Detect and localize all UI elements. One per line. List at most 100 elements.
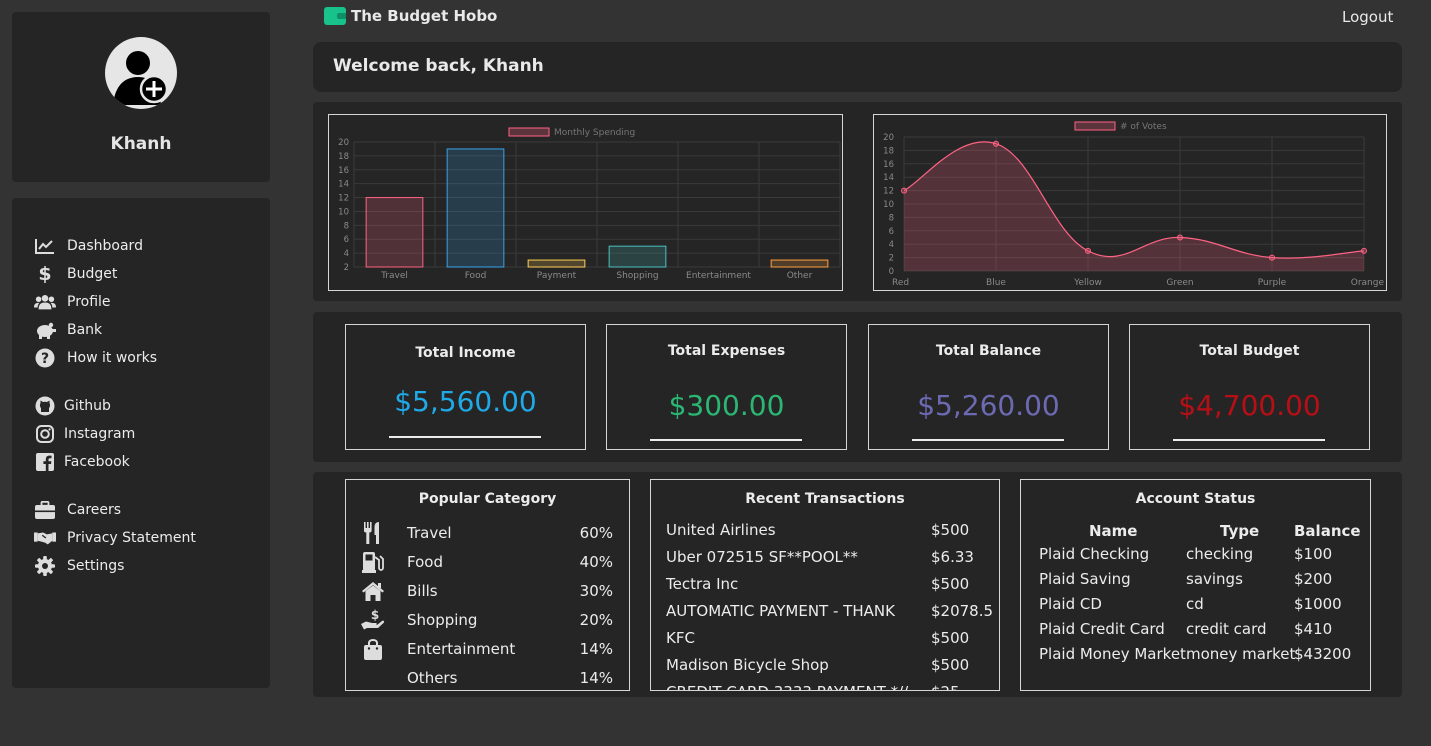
transaction-desc: Madison Bicycle Shop	[666, 656, 829, 674]
y-tick-label: 4	[344, 249, 349, 259]
account-row: Plaid Money Market money market $43200	[1039, 645, 1359, 665]
transaction-desc: CREDIT CARD 3333 PAYMENT *//	[666, 683, 908, 690]
account-name: Plaid CD	[1039, 595, 1102, 613]
profile-card: Khanh	[12, 12, 270, 182]
account-name: Plaid Checking	[1039, 545, 1150, 563]
data-point	[1177, 234, 1183, 241]
y-tick-label: 10	[338, 207, 349, 217]
column-header-name: Name	[1089, 522, 1138, 540]
category-row: Bills 30%	[361, 581, 613, 601]
data-point	[1085, 247, 1091, 254]
github-icon	[34, 396, 56, 416]
x-tick-label: Entertainment	[686, 271, 751, 281]
profile-name: Khanh	[110, 134, 172, 154]
transaction-amount: $25	[931, 683, 960, 690]
stat-value: $5,560.00	[394, 385, 537, 418]
y-tick-label: 8	[344, 221, 349, 231]
y-tick-label: 6	[344, 235, 349, 245]
sidebar-item-label: Careers	[67, 502, 122, 518]
account-name: Plaid Money Market	[1039, 645, 1186, 663]
sidebar-item-label: Settings	[67, 558, 125, 574]
sidebar-item-instagram[interactable]: Instagram	[34, 424, 135, 444]
y-tick-label: 2	[889, 254, 894, 264]
category-row: Others 14%	[361, 668, 613, 688]
y-tick-label: 16	[338, 166, 349, 176]
brand-name: The Budget Hobo	[351, 7, 498, 25]
home-icon	[361, 581, 385, 601]
instagram-icon	[34, 424, 56, 444]
account-status-card: Account Status Name Type Balance Plaid C…	[1020, 479, 1371, 691]
monthly-spending-chart: Monthly Spending 2 4 6 8 10 12 14 16 18 20 Travel Fo…	[328, 114, 843, 291]
transaction-row: AUTOMATIC PAYMENT - THANK $2078.5	[666, 602, 993, 622]
sidebar-item-settings[interactable]: Settings	[34, 556, 124, 576]
account-type: checking	[1186, 545, 1254, 563]
users-icon	[34, 292, 56, 312]
stat-value: $300.00	[668, 389, 785, 422]
account-row: Plaid Credit Card credit card $410	[1039, 620, 1359, 640]
card-title: Recent Transactions	[745, 491, 905, 507]
handshake-icon	[34, 528, 56, 548]
legend-label: # of Votes	[1120, 122, 1167, 132]
x-tick-label: Blue	[986, 278, 1006, 288]
x-tick-label: Other	[787, 271, 813, 281]
wallet-icon	[324, 7, 346, 25]
sidebar-item-bank[interactable]: Bank	[34, 320, 102, 340]
x-tick-label: Red	[892, 278, 909, 288]
column-header-balance: Balance	[1294, 522, 1361, 540]
sidebar-item-budget[interactable]: $ Budget	[34, 263, 117, 285]
brand-logo[interactable]: The Budget Hobo	[324, 7, 497, 25]
y-tick-label: 6	[889, 227, 894, 237]
recent-transactions-card: Recent Transactions United Airlines $500…	[650, 479, 1000, 691]
logout-link[interactable]: Logout	[1342, 8, 1393, 26]
details-panel: Popular Category Travel 60% Food 40% Bil…	[313, 472, 1402, 697]
y-tick-label: 18	[338, 152, 349, 162]
y-tick-label: 16	[883, 160, 894, 170]
account-balance: $43200	[1294, 645, 1352, 663]
y-tick-label: 18	[883, 146, 894, 156]
category-percent: 14%	[579, 669, 613, 687]
account-type: savings	[1186, 570, 1243, 588]
card-title: Account Status	[1135, 491, 1256, 507]
sidebar-item-label: Profile	[67, 294, 111, 310]
bar	[527, 259, 586, 268]
account-balance: $1000	[1294, 595, 1342, 613]
sidebar-item-privacy[interactable]: Privacy Statement	[34, 528, 196, 548]
sidebar-item-how-it-works[interactable]: ? How it works	[34, 348, 157, 368]
sidebar-item-dashboard[interactable]: Dashboard	[34, 236, 143, 256]
popular-category-card: Popular Category Travel 60% Food 40% Bil…	[345, 479, 630, 691]
bar	[608, 245, 667, 268]
y-tick-label: 12	[883, 187, 894, 197]
avatar[interactable]	[105, 37, 177, 109]
y-tick-label: 10	[883, 200, 894, 210]
y-tick-label: 4	[889, 240, 894, 250]
gas-pump-icon	[361, 552, 385, 573]
stat-total-budget: Total Budget $4,700.00	[1129, 324, 1370, 450]
transaction-amount: $500	[931, 629, 970, 647]
transaction-desc: Tectra Inc	[666, 575, 739, 593]
sidebar-item-label: Privacy Statement	[67, 530, 196, 546]
briefcase-icon	[34, 500, 56, 520]
sidebar-item-careers[interactable]: Careers	[34, 500, 121, 520]
category-name: Travel	[407, 524, 452, 542]
welcome-banner: Welcome back, Khanh	[313, 42, 1402, 92]
category-name: Entertainment	[407, 640, 516, 658]
transaction-amount: $6.33	[931, 548, 974, 566]
area-chart-svg: # of Votes 0 2 4 6 8 10 12 14 16 18 20 Red Blue Yellow…	[883, 121, 1384, 288]
svg-text:$: $	[371, 609, 379, 622]
category-name: Shopping	[407, 611, 478, 629]
category-percent: 20%	[579, 611, 613, 629]
x-tick-label: Green	[1166, 278, 1193, 288]
x-tick-label: Travel	[380, 271, 408, 281]
stat-value: $5,260.00	[917, 389, 1060, 422]
transaction-row: Tectra Inc $500	[666, 575, 991, 595]
sidebar-item-github[interactable]: Github	[34, 396, 111, 416]
account-row: Plaid Checking checking $100	[1039, 545, 1359, 565]
account-balance: $410	[1294, 620, 1333, 638]
sidebar-item-profile[interactable]: Profile	[34, 292, 111, 312]
transaction-row: CREDIT CARD 3333 PAYMENT *// $25	[666, 683, 991, 690]
stat-label: Total Expenses	[667, 343, 786, 359]
y-tick-label: 20	[338, 138, 349, 148]
sidebar-item-facebook[interactable]: Facebook	[34, 452, 130, 472]
legend-swatch	[508, 127, 550, 137]
stat-underline	[389, 436, 541, 438]
